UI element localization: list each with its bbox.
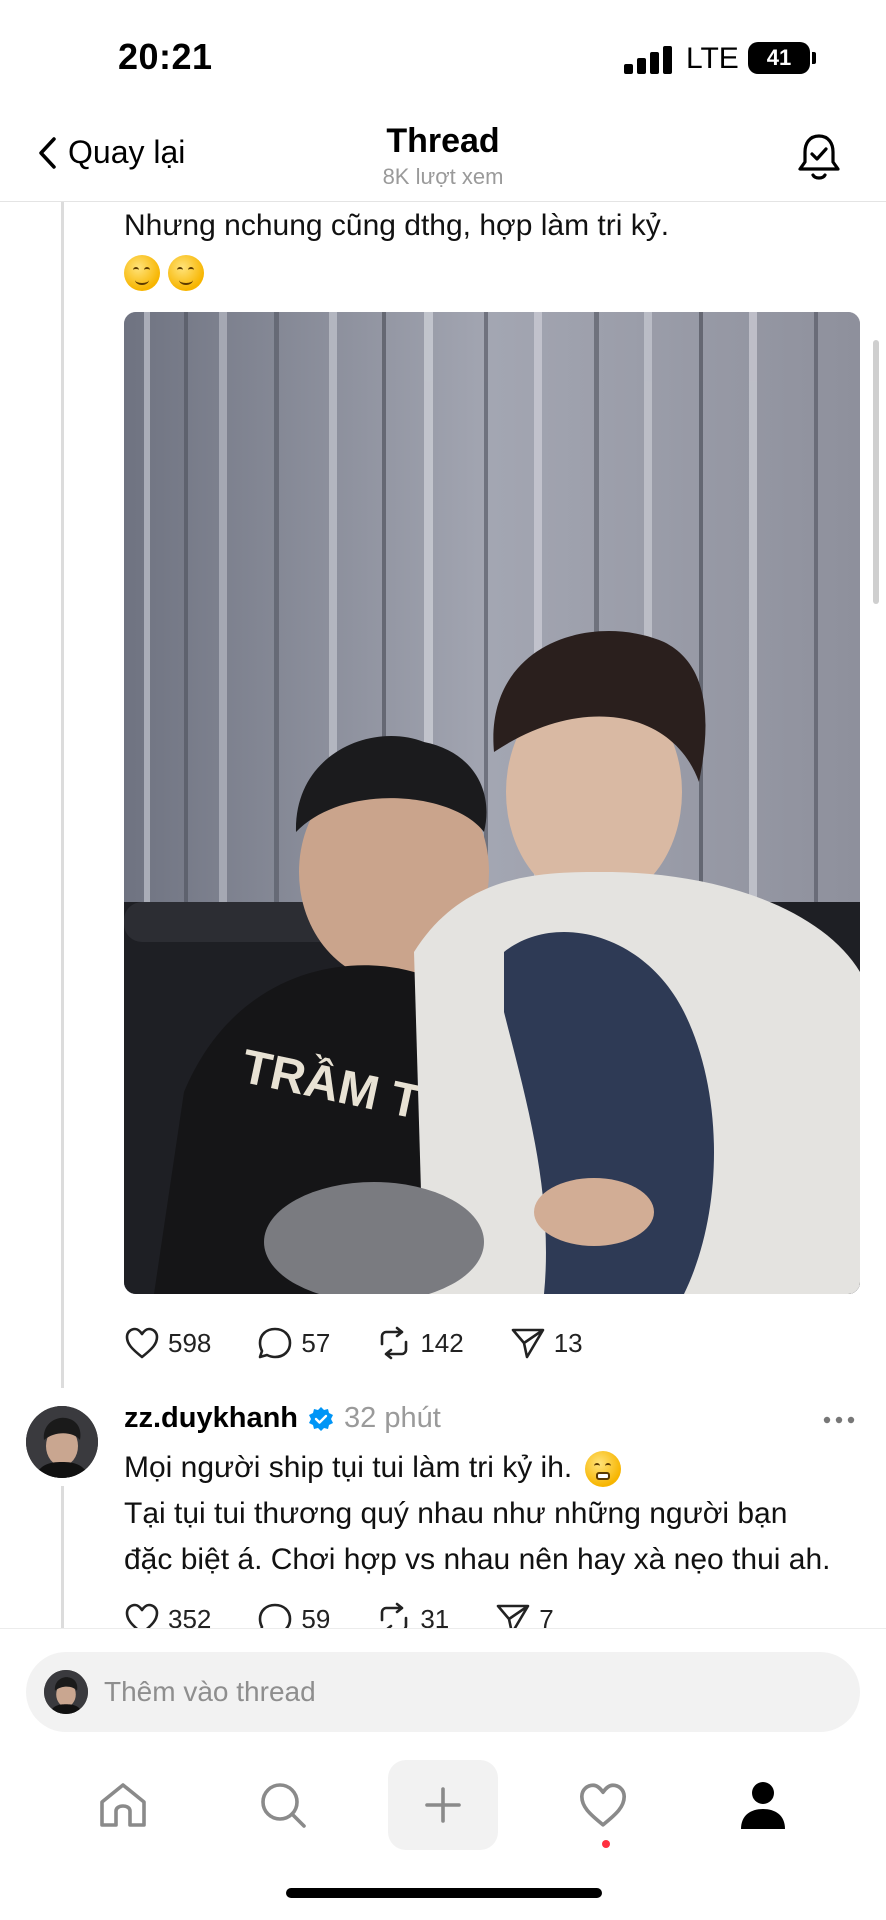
- search-icon: [261, 1783, 306, 1828]
- tab-profile[interactable]: [708, 1760, 818, 1850]
- tab-activity[interactable]: [548, 1760, 658, 1850]
- thread-line: [61, 202, 64, 1388]
- repost-button[interactable]: 142: [376, 1326, 464, 1360]
- heart-icon: [579, 1783, 627, 1827]
- tab-bar: [0, 1752, 886, 1872]
- like-button[interactable]: 352: [124, 1602, 211, 1628]
- avatar[interactable]: [26, 1406, 98, 1478]
- post-text-line: Mọi người ship tụi tui làm tri kỷ ih.: [124, 1446, 629, 1490]
- grimace-emoji-icon: [584, 1451, 621, 1488]
- username-link[interactable]: zz.duykhanh: [124, 1402, 298, 1435]
- battery-icon: 41: [748, 42, 810, 74]
- post-photo[interactable]: TRẦM TĨNH: [124, 312, 860, 1294]
- like-button[interactable]: 598: [124, 1326, 211, 1360]
- avatar-image: [44, 1670, 88, 1714]
- scrollbar[interactable]: [873, 340, 879, 604]
- reply-composer[interactable]: Thêm vào thread: [26, 1652, 860, 1732]
- plus-icon: [425, 1787, 461, 1823]
- send-icon: [511, 1328, 545, 1359]
- reply-button[interactable]: 57: [257, 1326, 330, 1360]
- avatar-image: [26, 1406, 98, 1478]
- repost-count: 31: [420, 1603, 450, 1629]
- composer-placeholder: Thêm vào thread: [104, 1676, 316, 1707]
- profile-icon: [741, 1782, 785, 1829]
- post-text: Nhưng nchung cũng dthg, hợp làm tri kỷ.: [124, 209, 670, 242]
- comment-icon: [259, 1327, 292, 1359]
- like-count: 598: [168, 1327, 212, 1358]
- reply-button[interactable]: 59: [257, 1602, 330, 1628]
- yum-emoji-icon: [168, 255, 204, 292]
- like-count: 352: [168, 1603, 212, 1629]
- heart-icon: [125, 1327, 159, 1359]
- photo-image: TRẦM TĨNH: [124, 312, 860, 1294]
- repost-button[interactable]: 31: [376, 1602, 449, 1628]
- status-bar: 20:21 LTE 41: [0, 0, 886, 110]
- repost-icon: [381, 1326, 408, 1360]
- divider: [0, 1628, 886, 1629]
- battery-tip: [812, 52, 816, 64]
- home-icon: [100, 1783, 146, 1827]
- post-header: zz.duykhanh 32 phút: [124, 1402, 441, 1435]
- post-text-2: Tại tụi tui thương quý nhau như những ng…: [124, 1497, 788, 1530]
- network-type: LTE: [686, 42, 739, 75]
- clock: 20:21: [118, 36, 213, 77]
- post-actions: 352 59 31 7: [124, 1602, 600, 1628]
- nav-header: Quay lại Thread 8K lượt xem: [0, 110, 886, 202]
- tab-new-post[interactable]: [388, 1760, 498, 1850]
- send-icon: [496, 1604, 530, 1628]
- post-text-1: Mọi người ship tụi tui làm tri kỷ ih.: [124, 1451, 573, 1484]
- reply-count: 59: [301, 1603, 331, 1629]
- post-time: 32 phút: [344, 1402, 441, 1434]
- post-actions: 598 57 142 13: [124, 1326, 629, 1360]
- heart-icon: [125, 1603, 159, 1628]
- share-button[interactable]: 13: [510, 1326, 583, 1360]
- tab-search[interactable]: [228, 1760, 338, 1850]
- home-indicator[interactable]: [286, 1888, 602, 1898]
- repost-count: 142: [420, 1327, 464, 1358]
- avatar: [44, 1670, 88, 1714]
- view-count: 8K lượt xem: [382, 164, 504, 189]
- bell-icon[interactable]: [796, 132, 842, 182]
- notification-dot: [602, 1840, 610, 1848]
- emoji-row: [124, 250, 212, 294]
- repost-icon: [381, 1602, 408, 1628]
- post-actions-clip: 352 59 31 7: [0, 1594, 886, 1628]
- comment-icon: [259, 1603, 292, 1628]
- post-text-3: đặc biệt á. Chơi hợp vs nhau nên hay xà …: [124, 1543, 831, 1576]
- share-count: 7: [539, 1603, 554, 1629]
- tab-home[interactable]: [68, 1760, 178, 1850]
- share-count: 13: [553, 1327, 583, 1358]
- verified-badge-icon: [309, 1406, 334, 1431]
- yum-emoji-icon: [124, 255, 160, 292]
- reply-count: 57: [301, 1327, 331, 1358]
- page-title: Thread: [386, 122, 500, 160]
- signal-icon: [624, 44, 672, 74]
- share-button[interactable]: 7: [495, 1602, 554, 1629]
- more-options-icon[interactable]: [822, 1408, 856, 1432]
